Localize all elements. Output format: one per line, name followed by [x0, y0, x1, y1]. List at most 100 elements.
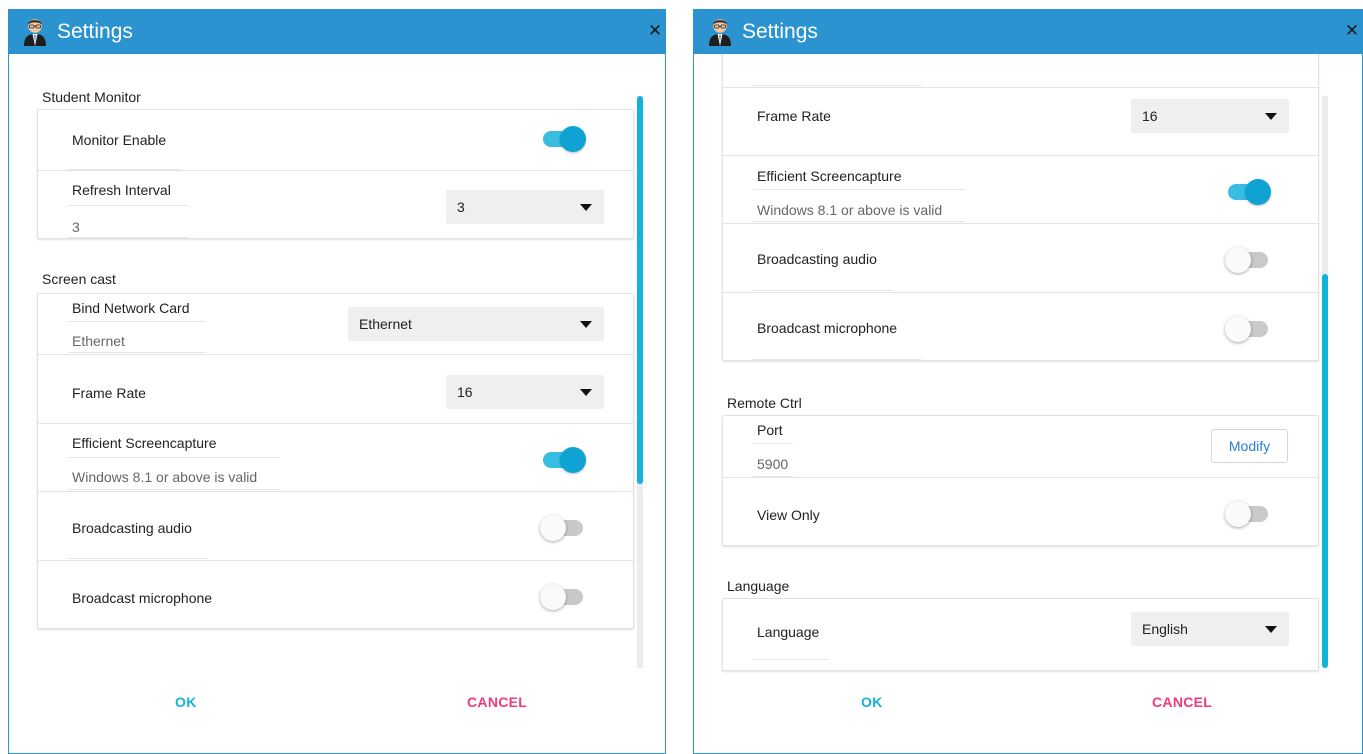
port-value: 5900: [757, 456, 789, 472]
dropdown-caret-icon: [1265, 626, 1277, 633]
monitor-enable-label: Monitor Enable: [72, 132, 167, 148]
screen-cast-card: Bind Network Card Ethernet Ethernet Fram…: [37, 293, 634, 629]
close-icon[interactable]: ✕: [1341, 19, 1363, 43]
label-underline: [68, 457, 280, 458]
frame-rate-selected: 16: [457, 384, 473, 400]
section-title-language: Language: [727, 578, 790, 594]
refresh-interval-select[interactable]: 3: [446, 190, 604, 224]
efficient-screencapture-label: Efficient Screencapture: [72, 435, 217, 451]
hint-underline: [753, 221, 965, 222]
value-underline: [68, 237, 188, 238]
ok-button[interactable]: OK: [861, 694, 883, 710]
broadcasting-audio-label: Broadcasting audio: [72, 520, 192, 536]
cancel-button[interactable]: CANCEL: [1152, 694, 1212, 710]
section-title-screen-cast: Screen cast: [42, 271, 116, 287]
label-underline: [753, 189, 965, 190]
close-icon[interactable]: ✕: [644, 19, 666, 43]
language-row: Language English: [723, 599, 1318, 670]
port-label: Port: [757, 422, 783, 438]
language-select[interactable]: English: [1131, 612, 1289, 646]
ok-button[interactable]: OK: [175, 694, 197, 710]
bind-network-card-row: Bind Network Card Ethernet Ethernet: [38, 294, 633, 355]
section-title-remote-ctrl: Remote Ctrl: [727, 395, 802, 411]
screen-cast-card: Frame Rate 16 Efficient Screencapture Wi…: [722, 54, 1319, 361]
monitor-enable-toggle[interactable]: [540, 126, 586, 152]
broadcast-microphone-row: Broadcast microphone: [38, 561, 633, 629]
frame-rate-select[interactable]: 16: [1131, 99, 1289, 133]
network-card-select[interactable]: Ethernet: [348, 307, 604, 341]
settings-content: Student Monitor Monitor Enable Refresh I…: [8, 54, 666, 754]
title-bar: Settings ✕: [8, 9, 666, 54]
cancel-button[interactable]: CANCEL: [467, 694, 527, 710]
user-avatar-icon: [709, 19, 731, 46]
efficient-screencapture-toggle[interactable]: [540, 447, 586, 473]
settings-dialog-left: Settings ✕ Student Monitor Monitor Enabl…: [8, 9, 666, 754]
refresh-interval-selected: 3: [457, 199, 465, 215]
settings-content: Frame Rate 16 Efficient Screencapture Wi…: [693, 54, 1363, 754]
label-underline: [753, 359, 921, 360]
broadcasting-audio-row: Broadcasting audio: [38, 492, 633, 561]
frame-rate-select[interactable]: 16: [446, 375, 604, 409]
efficient-screencapture-hint: Windows 8.1 or above is valid: [72, 469, 258, 485]
view-only-label: View Only: [757, 507, 820, 523]
language-label: Language: [757, 624, 820, 640]
frame-rate-selected: 16: [1142, 108, 1158, 124]
broadcasting-audio-toggle[interactable]: [540, 515, 586, 541]
refresh-interval-row: Refresh Interval 3 3: [38, 171, 633, 238]
label-underline: [753, 443, 793, 444]
efficient-screencapture-toggle[interactable]: [1225, 179, 1271, 205]
frame-rate-row: Frame Rate 16: [723, 87, 1318, 156]
frame-rate-label: Frame Rate: [757, 108, 831, 124]
section-title-student-monitor: Student Monitor: [42, 89, 141, 105]
broadcast-microphone-row: Broadcast microphone: [723, 293, 1318, 360]
broadcasting-audio-row: Broadcasting audio: [723, 224, 1318, 293]
dropdown-caret-icon: [580, 389, 592, 396]
label-underline: [753, 85, 921, 86]
efficient-screencapture-hint: Windows 8.1 or above is valid: [757, 202, 943, 218]
efficient-screencapture-row: Efficient Screencapture Windows 8.1 or a…: [723, 156, 1318, 224]
settings-dialog-right: Settings ✕ Frame Rate 16 Efficient Scree…: [693, 9, 1363, 754]
label-underline: [753, 290, 893, 291]
user-avatar-icon: [24, 19, 46, 46]
broadcast-microphone-toggle[interactable]: [1225, 316, 1271, 342]
label-underline: [68, 205, 188, 206]
broadcasting-audio-toggle[interactable]: [1225, 247, 1271, 273]
efficient-screencapture-row: Efficient Screencapture Windows 8.1 or a…: [38, 424, 633, 492]
modify-port-button[interactable]: Modify: [1211, 429, 1288, 463]
value-underline: [753, 476, 793, 477]
label-underline: [68, 321, 206, 322]
view-only-toggle[interactable]: [1225, 501, 1271, 527]
broadcast-microphone-toggle[interactable]: [540, 584, 586, 610]
label-underline: [68, 558, 208, 559]
monitor-enable-row: Monitor Enable: [38, 110, 633, 171]
label-underline: [68, 628, 236, 629]
value-underline: [68, 352, 206, 353]
refresh-interval-label: Refresh Interval: [72, 182, 171, 198]
dropdown-caret-icon: [1265, 113, 1277, 120]
view-only-row: View Only: [723, 478, 1318, 545]
dropdown-caret-icon: [580, 204, 592, 211]
dropdown-caret-icon: [580, 321, 592, 328]
title-bar: Settings ✕: [693, 9, 1363, 54]
port-row: Port 5900 Modify: [723, 416, 1318, 478]
scrollbar-thumb[interactable]: [1322, 274, 1328, 668]
scrollbar-thumb[interactable]: [637, 96, 643, 484]
refresh-interval-value: 3: [72, 219, 80, 235]
scrollbar[interactable]: [1322, 96, 1328, 668]
bind-network-card-label: Bind Network Card: [72, 300, 190, 316]
broadcast-microphone-label: Broadcast microphone: [757, 320, 898, 336]
efficient-screencapture-label: Efficient Screencapture: [757, 168, 902, 184]
label-underline: [753, 659, 829, 660]
frame-rate-row: Frame Rate 16: [38, 355, 633, 424]
frame-rate-label: Frame Rate: [72, 385, 146, 401]
bind-network-card-value: Ethernet: [72, 333, 125, 349]
scrollbar[interactable]: [637, 96, 643, 668]
language-selected: English: [1142, 621, 1188, 637]
student-monitor-card: Monitor Enable Refresh Interval 3 3: [37, 109, 634, 239]
language-card: Language English: [722, 598, 1319, 671]
broadcasting-audio-label: Broadcasting audio: [757, 251, 877, 267]
network-card-selected: Ethernet: [359, 316, 412, 332]
broadcast-microphone-label: Broadcast microphone: [72, 590, 213, 606]
remote-ctrl-card: Port 5900 Modify View Only: [722, 415, 1319, 546]
dialog-title: Settings: [57, 20, 133, 43]
